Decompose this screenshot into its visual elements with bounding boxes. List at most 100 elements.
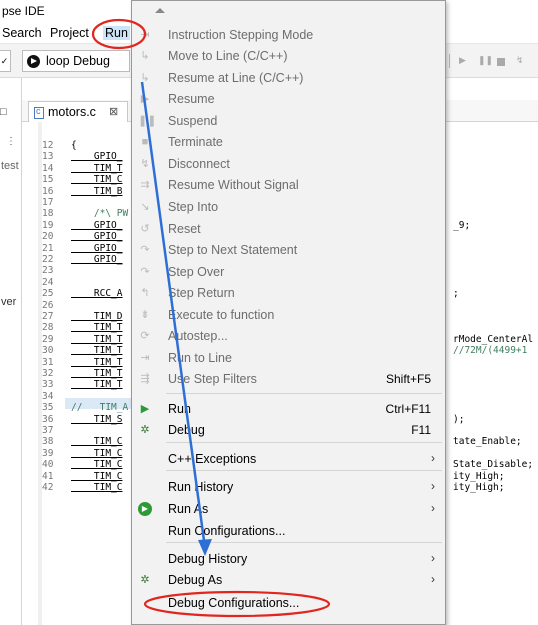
menu-item-label: Debug xyxy=(168,423,205,437)
menu-item-label: Terminate xyxy=(168,135,223,149)
line-number: 17 xyxy=(42,197,54,208)
menu-item-step-over[interactable]: ↷ Step Over xyxy=(132,262,445,283)
menu-item-run[interactable]: ▶ Run Ctrl+F11 xyxy=(132,399,445,420)
menu-project[interactable]: Project xyxy=(50,26,89,40)
menu-item-label: C++ Exceptions xyxy=(168,452,257,466)
code-fragment: rMode_CenterAl xyxy=(453,333,534,345)
menu-item-resume-at-line-c-c[interactable]: ↳ Resume at Line (C/C++) xyxy=(132,68,445,89)
close-icon[interactable]: ⊠ xyxy=(109,105,118,118)
menu-item-terminate[interactable]: ■ Terminate xyxy=(132,132,445,153)
chevron-down-icon[interactable]: ✓ xyxy=(0,50,11,72)
step-return-icon: ↰ xyxy=(140,287,150,299)
tab-label: motors.c xyxy=(48,105,96,119)
menu-item-run-to-line[interactable]: ⇥ Run to Line xyxy=(132,348,445,369)
menu-item-label: Move to Line (C/C++) xyxy=(168,49,288,63)
menu-item-label: Suspend xyxy=(168,114,218,128)
resume-toolbar-icon[interactable]: ▶ xyxy=(459,55,469,65)
code-line: GPIO_ xyxy=(71,254,123,265)
menu-item-run-as[interactable]: ▶ Run As › xyxy=(132,499,445,520)
tab-motors-c[interactable]: motors.c ⊠ xyxy=(28,101,128,122)
menu-item-debug-configurations[interactable]: Debug Configurations... xyxy=(132,593,445,614)
menu-item-label: Resume xyxy=(168,92,215,106)
menu-item-shortcut: Shift+F5 xyxy=(385,372,431,386)
submenu-arrow-icon: › xyxy=(431,451,435,465)
terminate-icon: ■ xyxy=(141,136,149,148)
menu-separator xyxy=(166,470,442,471)
menu-item-instruction-stepping-mode[interactable]: ⇥ Instruction Stepping Mode xyxy=(132,25,445,46)
code-line: /*\ PW xyxy=(71,208,129,220)
menu-item-disconnect[interactable]: ↯ Disconnect xyxy=(132,154,445,175)
code-line: TIM_T xyxy=(71,368,123,379)
menu-search[interactable]: Search xyxy=(2,26,42,40)
menu-item-label: Run History xyxy=(168,480,234,494)
move-to-line-icon: ↳ xyxy=(140,50,150,62)
resume-at-line-icon: ↳ xyxy=(140,72,150,84)
run-to-line-icon: ⇥ xyxy=(140,352,150,364)
run-menu-dropdown: ⇥ Instruction Stepping Mode ↳ Move to Line … xyxy=(131,0,446,625)
line-number: 29 xyxy=(42,333,54,345)
line-number: 19 xyxy=(42,219,54,231)
terminate-toolbar-icon[interactable] xyxy=(497,58,505,66)
line-number: 41 xyxy=(42,470,54,482)
execute-to-function-icon: ⇟ xyxy=(140,309,150,321)
line-number: 37 xyxy=(42,425,54,436)
scroll-up-icon[interactable] xyxy=(155,8,165,13)
menu-item-run-history[interactable]: Run History › xyxy=(132,477,445,498)
launch-config-label: loop Debug xyxy=(46,54,110,68)
menu-item-step-to-next-statement[interactable]: ↷ Step to Next Statement xyxy=(132,240,445,261)
line-number: 22 xyxy=(42,254,54,265)
code-line: { xyxy=(71,140,77,151)
menu-separator xyxy=(166,442,442,443)
code-fragment: tate_Enable; xyxy=(453,436,522,448)
submenu-arrow-icon: › xyxy=(431,551,435,565)
menu-item-step-into[interactable]: ↘ Step Into xyxy=(132,197,445,218)
suspend-icon: ❚❚ xyxy=(138,115,157,127)
menu-item-use-step-filters[interactable]: ⇶ Use Step Filters Shift+F5 xyxy=(132,369,445,390)
menu-item-c-exceptions[interactable]: C++ Exceptions › xyxy=(132,449,445,470)
menu-item-step-return[interactable]: ↰ Step Return xyxy=(132,283,445,304)
autostep-icon: ⟳ xyxy=(140,330,150,342)
code-line: TIM_T xyxy=(71,379,123,391)
menu-item-suspend[interactable]: ❚❚ Suspend xyxy=(132,111,445,132)
disconnect-icon: ↯ xyxy=(140,158,150,170)
code-line: TIM_C xyxy=(71,470,123,482)
run-as-icon: ▶ xyxy=(138,502,152,516)
code-line: TIM_T xyxy=(71,345,123,357)
collapse-icon[interactable]: □ xyxy=(0,106,7,118)
line-number: 40 xyxy=(42,459,54,471)
menu-item-reset[interactable]: ↺ Reset xyxy=(132,219,445,240)
menu-item-debug-as[interactable]: ✲ Debug As › xyxy=(132,570,445,591)
menu-item-debug[interactable]: ✲ Debug F11 xyxy=(132,420,445,441)
line-number: 39 xyxy=(42,447,54,459)
disconnect-toolbar-icon[interactable]: ↯ xyxy=(516,55,526,65)
menu-item-label: Reset xyxy=(168,222,201,236)
menu-separator xyxy=(166,542,442,543)
menu-item-label: Step Into xyxy=(168,200,219,214)
menu-item-autostep[interactable]: ⟳ Autostep... xyxy=(132,326,445,347)
code-line: TIM_C xyxy=(71,447,123,459)
line-number: 35 xyxy=(42,402,54,414)
menu-item-move-to-line-c-c[interactable]: ↳ Move to Line (C/C++) xyxy=(132,46,445,67)
menu-run[interactable]: Run xyxy=(103,26,130,40)
menu-item-debug-history[interactable]: Debug History › xyxy=(132,549,445,570)
line-number: 16 xyxy=(42,185,54,197)
step-next-statement-icon: ↷ xyxy=(140,244,150,256)
code-line: GPIO_ xyxy=(71,242,123,254)
menu-item-resume[interactable]: ▶ Resume xyxy=(132,89,445,110)
resume-without-signal-icon: ⇉ xyxy=(140,179,150,191)
line-number: 24 xyxy=(42,276,54,288)
line-number: 21 xyxy=(42,242,54,254)
project-explorer-panel: □ ⋮ test ver xyxy=(0,78,22,625)
code-fragment: ity_High; xyxy=(453,470,505,482)
line-number: 38 xyxy=(42,436,54,448)
launch-config-selector[interactable]: loop Debug xyxy=(22,50,130,72)
menu-item-execute-to-function[interactable]: ⇟ Execute to function xyxy=(132,305,445,326)
code-line: // TIM_A xyxy=(71,402,129,414)
menu-item-run-configurations[interactable]: Run Configurations... xyxy=(132,521,445,542)
code-line: GPIO_ xyxy=(71,151,123,163)
explorer-snippet: ver xyxy=(1,296,17,308)
debug-icon: ✲ xyxy=(140,424,150,436)
instruction-stepping-icon: ⇥ xyxy=(140,29,150,41)
menu-item-resume-without-signal[interactable]: ⇉ Resume Without Signal xyxy=(132,175,445,196)
suspend-toolbar-icon[interactable]: ❚❚ xyxy=(478,55,493,65)
